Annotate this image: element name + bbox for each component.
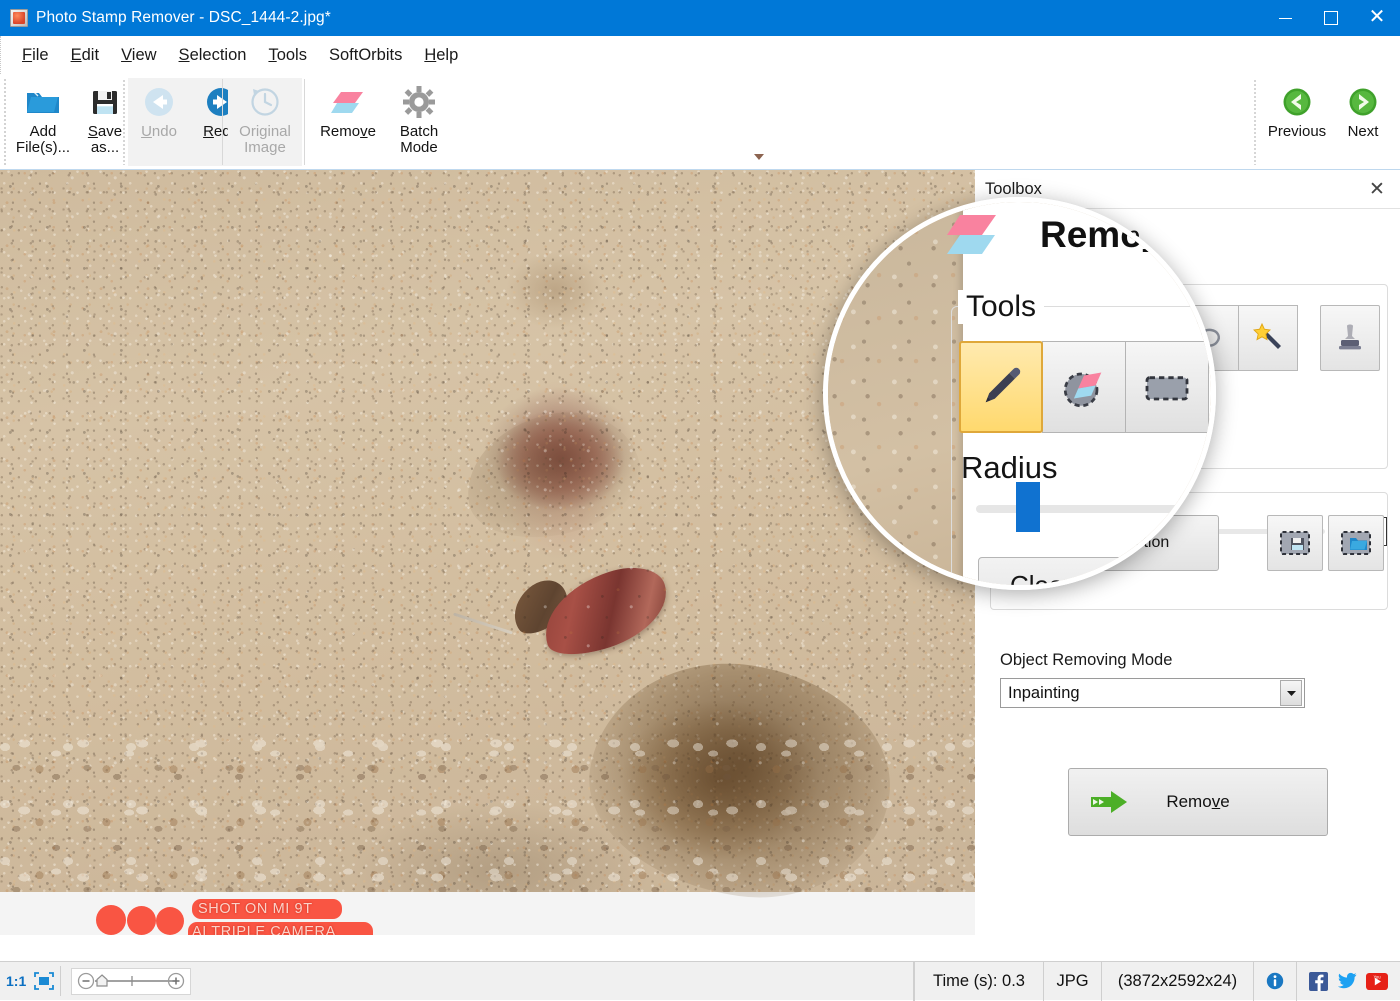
ribbon-group-file: AddFile(s)... SSaveaveas... xyxy=(12,78,136,166)
tool-magic-wand-button[interactable] xyxy=(1238,305,1298,371)
watermark-text-line2: AI TRIPLE CAMERA xyxy=(192,924,336,935)
ribbon-divider-4 xyxy=(1253,79,1257,165)
magnified-eraser-icon xyxy=(940,210,1002,260)
ribbon-group-actions: Remove BatchMo xyxy=(310,78,452,166)
zoom-slider-control[interactable] xyxy=(71,968,191,995)
next-label: Next xyxy=(1348,124,1379,140)
add-files-label: AddFile(s)... xyxy=(16,124,70,156)
original-image-label: OriginalImage xyxy=(239,124,291,156)
undo-arrow-icon xyxy=(142,84,176,120)
object-removing-mode-select[interactable]: Inpainting xyxy=(1000,678,1305,708)
status-bar: 1:1 Time (s): 0.3 JPG (3872x2592x24) xyxy=(0,961,1400,1000)
batch-mode-button[interactable]: BatchMode xyxy=(386,78,452,166)
magnified-tool-row xyxy=(959,341,1209,433)
title-bar: Photo Stamp Remover - DSC_1444-2.jpg* ✕ xyxy=(0,0,1400,36)
previous-label: Previous xyxy=(1268,124,1326,140)
undo-button[interactable]: Undo xyxy=(128,78,190,166)
ribbon-grip xyxy=(3,78,7,166)
info-icon[interactable] xyxy=(1254,962,1297,1001)
green-right-arrow-icon xyxy=(1346,84,1380,120)
original-image-button[interactable]: OriginalImage xyxy=(228,78,302,166)
green-left-arrow-icon xyxy=(1280,84,1314,120)
minimize-button[interactable] xyxy=(1262,0,1308,36)
time-status: Time (s): 0.3 xyxy=(914,962,1044,1001)
selection-blob-lens-3 xyxy=(156,907,184,935)
app-icon xyxy=(10,9,28,27)
menu-bar: File Edit View Selection Tools SoftOrbit… xyxy=(0,36,1400,74)
selection-blob-lens-1 xyxy=(96,905,126,935)
add-files-button[interactable]: AddFile(s)... xyxy=(12,78,74,166)
menu-item-help[interactable]: Help xyxy=(413,44,469,67)
svg-text:You: You xyxy=(1373,974,1381,979)
magnifier-viewport: Remove Tools xyxy=(828,202,1216,590)
menu-item-edit[interactable]: Edit xyxy=(60,44,110,67)
ribbon-remove-label: Remove xyxy=(320,124,376,140)
twitter-icon[interactable] xyxy=(1337,972,1357,990)
ribbon-remove-button[interactable]: Remove xyxy=(310,78,386,166)
ribbon-expand-icon[interactable] xyxy=(752,150,766,164)
object-removing-mode-value: Inpainting xyxy=(1001,684,1080,703)
ribbon-group-original: OriginalImage xyxy=(228,78,302,166)
ribbon-group-navigation: Previous Next xyxy=(1262,78,1394,166)
save-as-button[interactable]: SSaveaveas... xyxy=(74,78,136,166)
selection-blob-lens-2 xyxy=(127,906,156,935)
menu-item-selection[interactable]: Selection xyxy=(168,44,258,67)
remove-action-label: Remove xyxy=(1166,792,1229,812)
gear-icon xyxy=(402,84,436,120)
facebook-icon[interactable] xyxy=(1309,972,1328,991)
magnified-radius-slider-thumb[interactable] xyxy=(1016,482,1040,532)
ribbon-divider-2 xyxy=(222,79,226,165)
save-as-label: SSaveaveas... xyxy=(88,124,122,156)
magnified-tab-label: Remove xyxy=(1040,214,1184,256)
magnified-radius-slider[interactable] xyxy=(976,505,1216,513)
window-controls: ✕ xyxy=(1262,0,1400,36)
fit-to-window-icon[interactable] xyxy=(32,970,56,992)
pebble-band xyxy=(0,730,975,892)
object-removing-mode-label: Object Removing Mode xyxy=(1000,651,1172,670)
undo-label: Undo xyxy=(141,124,177,140)
next-button[interactable]: Next xyxy=(1332,78,1394,166)
green-arrow-icon xyxy=(1089,787,1131,817)
magnified-radius-label: Radius xyxy=(961,450,1058,486)
toolbox-title: Toolbox xyxy=(985,180,1042,199)
statusbar-divider-1 xyxy=(60,966,61,996)
ribbon-toolbar: AddFile(s)... SSaveaveas... xyxy=(0,74,1400,170)
ribbon-divider-3 xyxy=(304,79,308,165)
social-links: You xyxy=(1297,972,1400,991)
floppy-disk-icon xyxy=(90,84,120,120)
magnified-tool-eraser-button[interactable] xyxy=(1042,341,1126,433)
zoom-ratio-label: 1:1 xyxy=(0,973,32,989)
menu-item-softorbits[interactable]: SoftOrbits xyxy=(318,44,413,67)
open-folder-icon xyxy=(25,84,61,120)
close-button[interactable]: ✕ xyxy=(1354,0,1400,36)
chevron-down-icon[interactable] xyxy=(1280,680,1302,706)
window-title: Photo Stamp Remover - DSC_1444-2.jpg* xyxy=(36,9,331,27)
toolbox-close-icon[interactable]: ✕ xyxy=(1365,178,1389,201)
magnified-tool-brush-button[interactable] xyxy=(959,341,1043,433)
ribbon-divider-1 xyxy=(122,79,126,165)
previous-button[interactable]: Previous xyxy=(1262,78,1332,166)
load-selection-button[interactable] xyxy=(1328,515,1384,571)
eraser-icon xyxy=(329,84,367,120)
zoom-magnifier-overlay: Remove Tools xyxy=(823,197,1216,590)
menu-item-tools[interactable]: Tools xyxy=(257,44,318,67)
maximize-button[interactable] xyxy=(1308,0,1354,36)
remove-action-button[interactable]: Remove xyxy=(1068,768,1328,836)
batch-mode-label: BatchMode xyxy=(400,124,438,156)
tool-stamp-button[interactable] xyxy=(1320,305,1380,371)
format-status: JPG xyxy=(1044,962,1102,1001)
clock-history-icon xyxy=(249,84,281,120)
statusbar-spacer xyxy=(197,962,914,1001)
save-selection-button[interactable] xyxy=(1267,515,1323,571)
magnified-tools-group-label: Tools xyxy=(958,290,1044,324)
magnified-tool-rect-select-button[interactable] xyxy=(1125,341,1209,433)
watermark-text-line1: SHOT ON MI 9T xyxy=(198,901,313,917)
youtube-icon[interactable]: You xyxy=(1366,973,1388,990)
menu-item-view[interactable]: View xyxy=(110,44,167,67)
dimensions-status: (3872x2592x24) xyxy=(1102,962,1254,1001)
menu-item-file[interactable]: File xyxy=(11,44,60,67)
